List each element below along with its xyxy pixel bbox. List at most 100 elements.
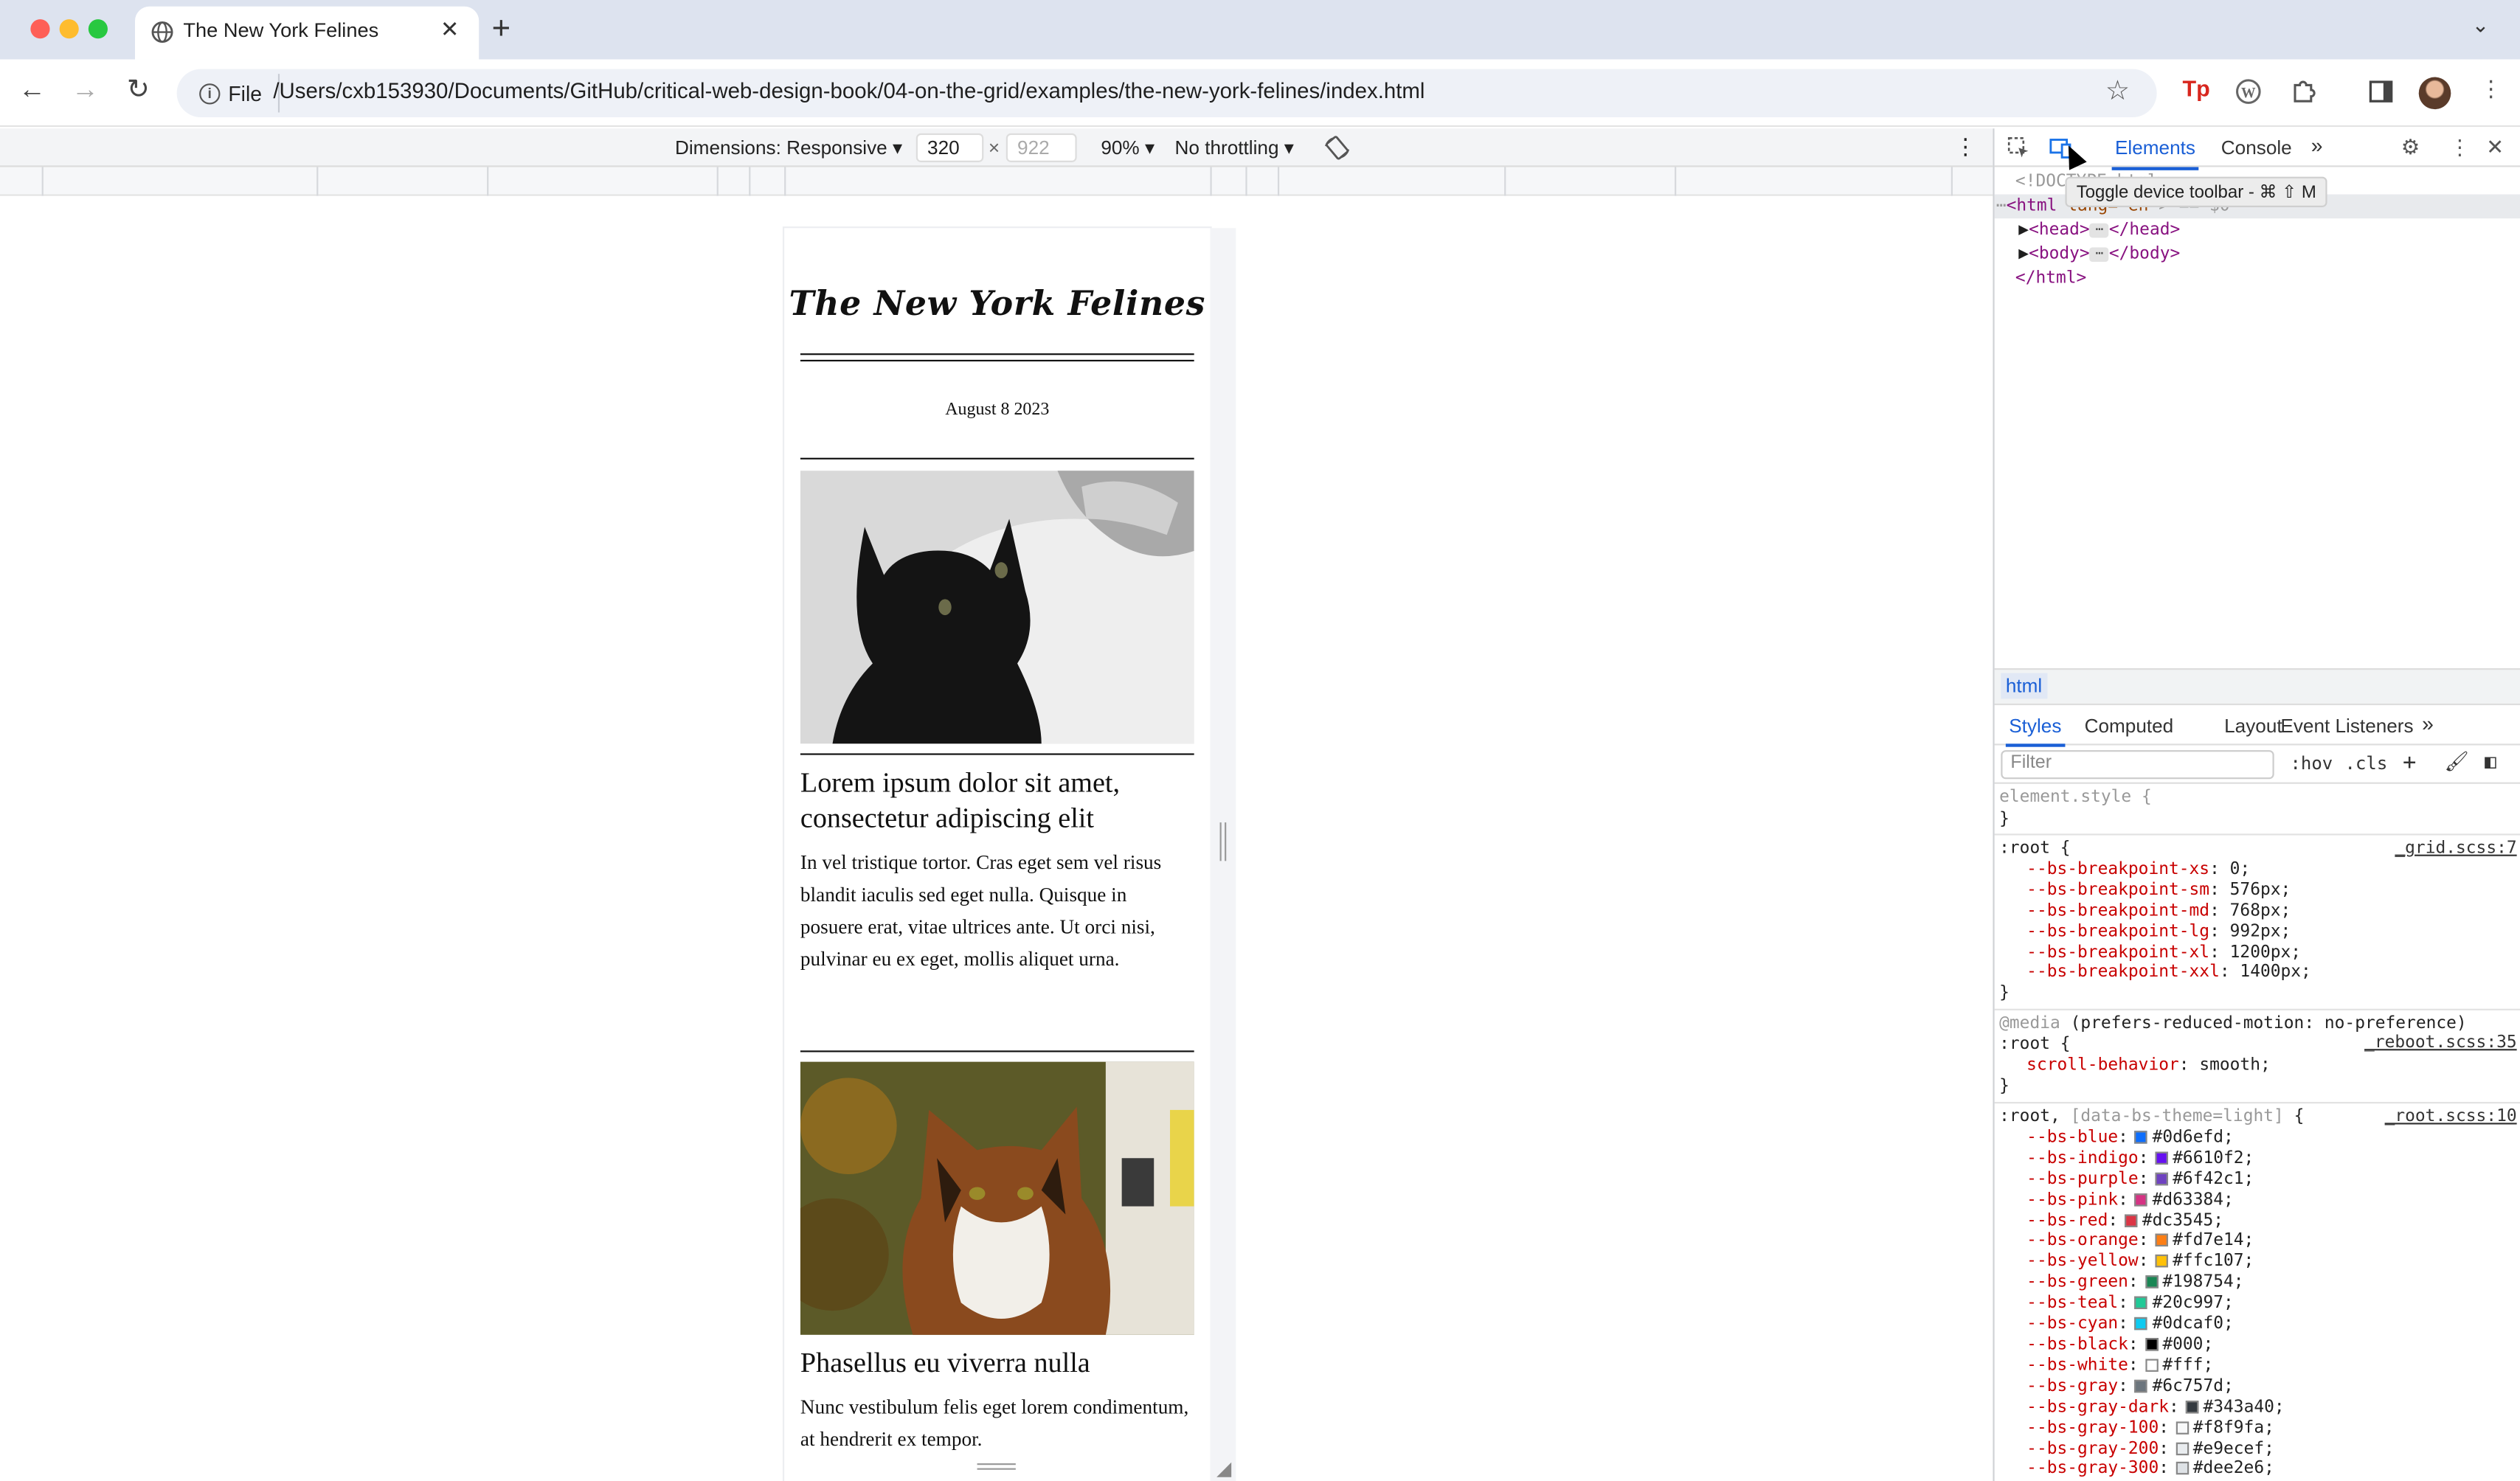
node-menu-icon[interactable]: ⋯ (1996, 196, 2007, 215)
color-swatch[interactable] (2145, 1338, 2158, 1351)
css-property[interactable]: --bs-green (2026, 1272, 2128, 1291)
browser-tab[interactable]: The New York Felines ✕ (134, 6, 480, 60)
tab-search-chevron-icon[interactable]: ⌄ (2472, 13, 2490, 38)
expand-triangle-icon[interactable]: ▶ (2018, 244, 2029, 263)
css-property[interactable]: --bs-black (2026, 1335, 2128, 1354)
css-value[interactable]: #000; (2162, 1335, 2213, 1354)
css-declaration[interactable]: --bs-orange: #fd7e14; (1999, 1231, 2304, 1252)
css-declaration[interactable]: --bs-blue: #0d6efd; (1999, 1128, 2304, 1148)
color-swatch[interactable] (2124, 1213, 2138, 1227)
css-declaration[interactable]: --bs-white: #fff; (1999, 1356, 2304, 1376)
css-value[interactable]: #198754; (2162, 1272, 2243, 1291)
color-swatch[interactable] (2155, 1151, 2168, 1165)
settings-gear-icon[interactable]: ⚙ (2401, 135, 2420, 161)
color-swatch[interactable] (2175, 1441, 2189, 1455)
styles-filter-input[interactable]: Filter (2001, 750, 2274, 780)
horizontal-resize-handle[interactable] (1219, 822, 1227, 861)
css-declaration[interactable]: --bs-black: #000; (1999, 1335, 2304, 1356)
close-tab-icon[interactable]: ✕ (440, 16, 460, 44)
css-declaration[interactable]: --bs-red: #dc3545; (1999, 1210, 2304, 1231)
height-input[interactable]: 922 (1005, 133, 1077, 162)
css-property[interactable]: --bs-red (2026, 1210, 2108, 1229)
css-property[interactable]: --bs-breakpoint-xxl (2026, 963, 2220, 982)
css-value[interactable]: #d63384; (2153, 1190, 2234, 1209)
css-declaration[interactable]: --bs-teal: #20c997; (1999, 1294, 2304, 1314)
css-property[interactable]: --bs-gray-300 (2026, 1459, 2159, 1478)
css-value[interactable]: #e9ecef; (2193, 1438, 2274, 1457)
color-swatch[interactable] (2155, 1172, 2168, 1185)
css-value[interactable]: #6c757d; (2153, 1376, 2234, 1395)
bookmark-star-icon[interactable]: ☆ (2105, 75, 2130, 108)
new-rule-plus-icon[interactable]: + (2403, 750, 2416, 776)
css-value[interactable]: 768px; (2230, 901, 2291, 920)
css-declaration[interactable]: --bs-gray: #6c757d; (1999, 1376, 2304, 1397)
close-devtools-icon[interactable]: ✕ (2486, 135, 2504, 161)
devtools-menu-icon[interactable]: ⋮ (2449, 135, 2470, 161)
css-property[interactable]: --bs-gray-200 (2026, 1438, 2159, 1457)
browser-menu-kebab-icon[interactable]: ⋮ (2480, 75, 2503, 103)
profile-avatar[interactable] (2418, 77, 2451, 110)
color-swatch[interactable] (2175, 1462, 2189, 1476)
vertical-resize-handle[interactable] (977, 1463, 1016, 1470)
css-value[interactable]: #6610f2; (2173, 1148, 2254, 1168)
media-query-ruler[interactable] (0, 167, 1993, 196)
tab-styles[interactable]: Styles (2005, 715, 2065, 747)
css-declaration[interactable]: --bs-breakpoint-md: 768px; (1999, 901, 2311, 921)
css-value[interactable]: #dee2e6; (2193, 1459, 2274, 1478)
address-bar[interactable]: i File /Users/cxb153930/Documents/GitHub… (176, 69, 2157, 117)
css-property[interactable]: --bs-white (2026, 1356, 2128, 1375)
color-swatch[interactable] (2134, 1317, 2148, 1331)
color-swatch[interactable] (2185, 1400, 2198, 1413)
inspect-element-icon[interactable] (2007, 136, 2030, 159)
url-text[interactable]: /Users/cxb153930/Documents/GitHub/critic… (273, 79, 1425, 103)
css-property[interactable]: --bs-gray-100 (2026, 1418, 2159, 1437)
css-value[interactable]: #0dcaf0; (2153, 1314, 2234, 1333)
css-declaration[interactable]: --bs-gray-300: #dee2e6; (1999, 1459, 2304, 1480)
css-property[interactable]: --bs-blue (2026, 1128, 2118, 1147)
css-declaration[interactable]: --bs-purple: #6f42c1; (1999, 1169, 2304, 1190)
css-value[interactable]: 992px; (2230, 921, 2291, 940)
head-node[interactable]: ▶<head> ⋯ </head> (2018, 218, 2180, 243)
css-property[interactable]: scroll-behavior (2026, 1055, 2179, 1074)
side-panel-icon[interactable] (2369, 80, 2393, 103)
class-toggle[interactable]: .cls (2345, 753, 2388, 774)
rule-source-link[interactable]: _reboot.scss:35 (2364, 1033, 2517, 1052)
css-value[interactable]: #ffc107; (2173, 1252, 2254, 1271)
css-value[interactable]: 576px; (2230, 880, 2291, 899)
collapsed-ellipsis[interactable]: ⋯ (2089, 246, 2109, 261)
css-declaration[interactable]: --bs-gray-dark: #343a40; (1999, 1397, 2304, 1418)
css-value[interactable]: #343a40; (2203, 1397, 2284, 1416)
color-swatch[interactable] (2134, 1379, 2148, 1392)
css-declaration[interactable]: --bs-breakpoint-xl: 1200px; (1999, 942, 2311, 963)
css-value[interactable]: 1400px; (2240, 963, 2310, 982)
css-property[interactable]: --bs-yellow (2026, 1252, 2139, 1271)
root-scroll-behavior-rule[interactable]: @media (prefers-reduced-motion: no-prefe… (1999, 1013, 2467, 1096)
css-property[interactable]: --bs-breakpoint-xl (2026, 942, 2209, 961)
rule-source-link[interactable]: _root.scss:10 (2385, 1107, 2517, 1126)
rule-source-link[interactable]: _grid.scss:7 (2395, 839, 2516, 858)
css-declaration[interactable]: --bs-breakpoint-xs: 0; (1999, 859, 2311, 880)
forward-button[interactable]: → (67, 74, 103, 106)
zoom-window-button[interactable] (88, 19, 108, 39)
css-property[interactable]: --bs-orange (2026, 1231, 2139, 1250)
corner-resize-handle[interactable]: ◢ (1216, 1457, 1231, 1479)
css-declaration[interactable]: --bs-gray-100: #f8f9fa; (1999, 1418, 2304, 1438)
css-property[interactable]: --bs-breakpoint-md (2026, 901, 2209, 920)
site-info-chip[interactable]: i File (187, 74, 280, 113)
color-swatch[interactable] (2145, 1359, 2158, 1372)
color-swatch[interactable] (2155, 1234, 2168, 1247)
paint-brush-icon[interactable]: 🖌 (2445, 750, 2469, 772)
root-colors-rule[interactable]: :root, [data-bs-theme=light] { --bs-blue… (1999, 1107, 2304, 1480)
css-value[interactable]: #fff; (2162, 1356, 2213, 1375)
wordpress-extension-icon[interactable]: W (2235, 79, 2261, 105)
more-tabs-chevron-icon[interactable]: » (2422, 712, 2434, 736)
tp-extension-icon[interactable]: Tp (2182, 75, 2209, 101)
css-property[interactable]: --bs-breakpoint-lg (2026, 921, 2209, 940)
article-headline[interactable]: Phasellus eu viverra nulla (800, 1345, 1194, 1380)
css-declaration[interactable]: --bs-pink: #d63384; (1999, 1190, 2304, 1210)
css-declaration[interactable]: --bs-gray-200: #e9ecef; (1999, 1438, 2304, 1459)
css-property[interactable]: --bs-cyan (2026, 1314, 2118, 1333)
css-property[interactable]: --bs-purple (2026, 1169, 2139, 1188)
css-value[interactable]: smooth; (2199, 1055, 2270, 1074)
close-window-button[interactable] (30, 19, 50, 39)
